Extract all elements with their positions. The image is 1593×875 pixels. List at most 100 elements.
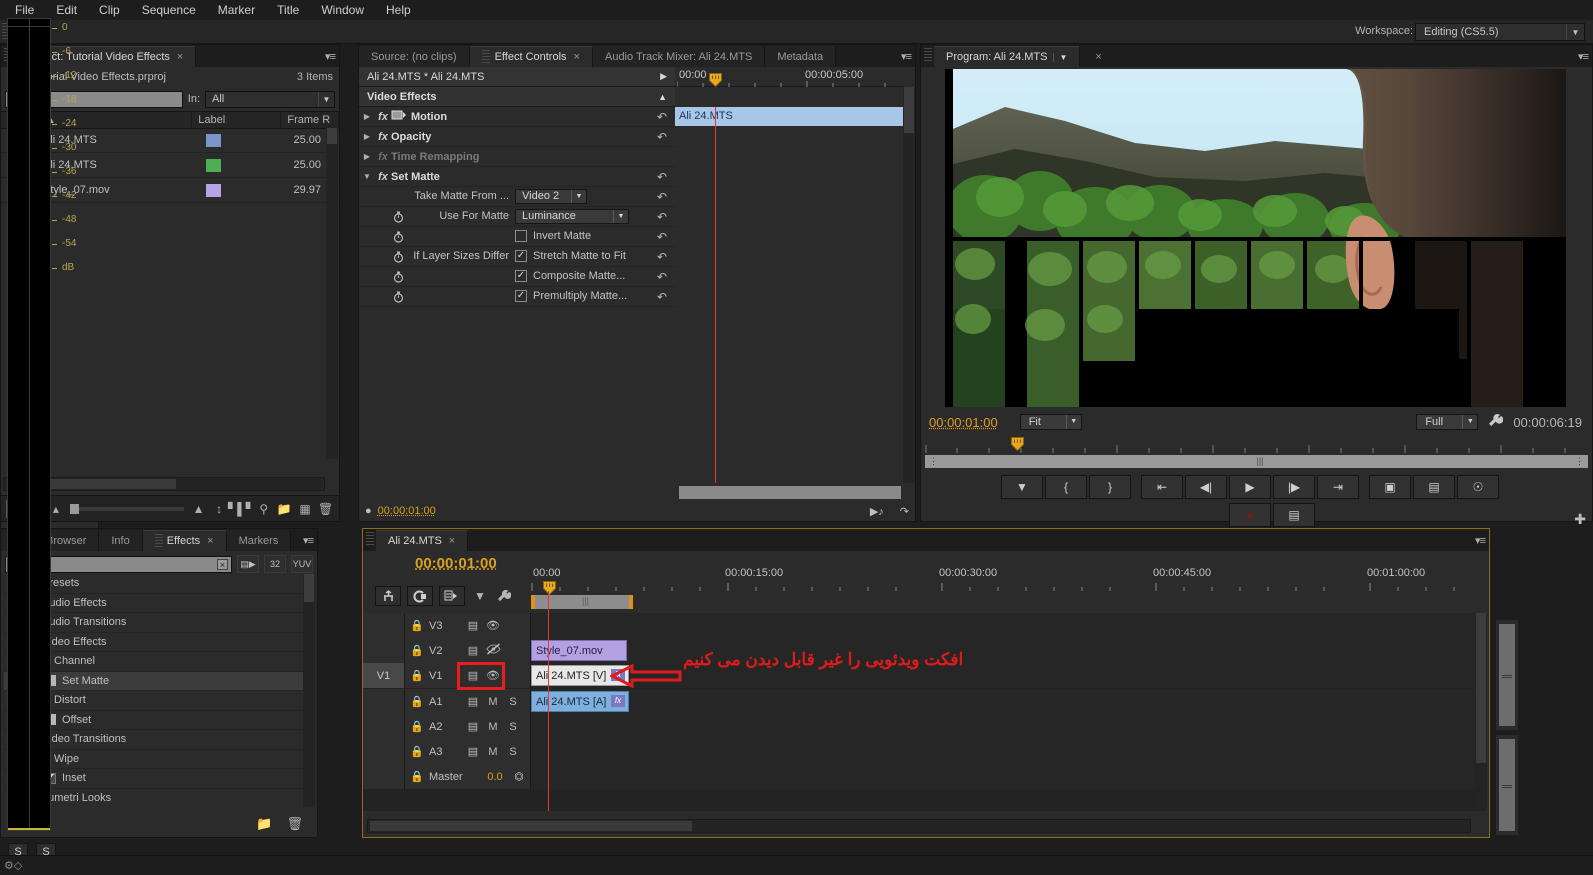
zoom-in-icon[interactable]: ▲ (190, 500, 207, 518)
tab-source[interactable]: Source: (no clips) (359, 46, 470, 67)
timeline-zoom-scrollbar[interactable]: ||| (531, 595, 1475, 609)
reset-icon[interactable]: ↶ (657, 190, 667, 204)
new-item-icon[interactable]: ▦ (297, 500, 314, 518)
solo-button[interactable]: S (503, 721, 523, 733)
panel-menu-icon[interactable]: ▾≡ (1578, 50, 1589, 63)
automate-to-sequence-icon[interactable]: ▘▌▘ (228, 500, 255, 518)
panel-grip-icon[interactable] (154, 534, 163, 548)
export-frame-button[interactable]: ☉ (1457, 475, 1499, 499)
chevron-up-icon[interactable]: ▲ (658, 92, 667, 102)
mark-in-button[interactable]: { (1045, 475, 1087, 499)
close-icon[interactable]: × (207, 535, 213, 547)
tab-markers[interactable]: Markers (226, 530, 292, 551)
track-target-a2[interactable] (363, 714, 405, 739)
stopwatch-icon[interactable] (393, 291, 404, 303)
effect-row-set-matte[interactable]: ▼ fx Set Matte ↶ (359, 167, 675, 187)
delete-icon[interactable]: 🗑 (286, 816, 303, 832)
menu-item-help[interactable]: Help (375, 0, 422, 20)
find-icon[interactable]: ⚲ (255, 500, 272, 518)
loop-icon[interactable]: ↷ (900, 505, 909, 518)
reset-icon[interactable]: ↶ (657, 110, 667, 124)
scrollbar-right-handle[interactable]: ⋮ (1575, 456, 1584, 467)
reset-icon[interactable]: ↶ (657, 270, 667, 284)
marker-icon[interactable]: ● (365, 505, 372, 517)
mute-button[interactable]: M (483, 696, 503, 708)
record-button[interactable]: ● (1229, 503, 1271, 527)
program-monitor-video[interactable] (945, 69, 1566, 407)
trim-monitor-button[interactable]: ▤ (1273, 503, 1315, 527)
timeline-vertical-scrollbar[interactable] (1475, 613, 1487, 811)
premultiply-matte-checkbox[interactable]: ✓ (515, 290, 527, 302)
step-forward-button[interactable]: |▶ (1273, 475, 1315, 499)
add-marker-button[interactable]: ▼ (1001, 475, 1043, 499)
playhead-marker-icon[interactable] (543, 581, 556, 595)
reset-icon[interactable]: ↶ (657, 230, 667, 244)
footer-timecode[interactable]: 00:00:01:00 (378, 505, 436, 517)
stopwatch-icon[interactable] (393, 271, 404, 283)
stopwatch-icon[interactable] (393, 231, 404, 243)
track-area-a3[interactable] (531, 739, 1475, 764)
solo-button[interactable]: S (503, 696, 523, 708)
panel-menu-icon[interactable]: ▾≡ (325, 50, 336, 63)
program-current-timecode[interactable]: 00:00:01:00 (929, 415, 998, 430)
stopwatch-icon[interactable] (393, 251, 404, 263)
scrollbar-thumb[interactable] (904, 87, 914, 133)
scrollbar-thumb[interactable] (327, 128, 337, 144)
lock-icon[interactable]: 🔒 (405, 745, 429, 758)
scrollbar-thumb[interactable] (370, 821, 692, 831)
reset-icon[interactable]: ↶ (657, 250, 667, 264)
scrollbar-thumb[interactable] (304, 574, 314, 602)
yuv-effects-icon[interactable]: YUV (291, 555, 313, 573)
label-color-swatch[interactable] (205, 182, 222, 198)
zoom-level-select[interactable]: Fit ▼ (1019, 414, 1082, 430)
menu-item-file[interactable]: File (4, 0, 45, 20)
program-close-button[interactable]: × (1080, 46, 1110, 67)
track-target-v3[interactable] (363, 613, 405, 638)
tab-info[interactable]: Info (99, 530, 143, 551)
effect-controls-timeline-ruler[interactable]: 00:00 00:00:05:00 (675, 67, 903, 87)
track-target-a1[interactable] (363, 689, 405, 714)
track-area-a2[interactable] (531, 714, 1475, 739)
tab-effects[interactable]: Effects × (142, 530, 227, 551)
reset-icon[interactable]: ↶ (657, 170, 667, 184)
chevron-down-icon[interactable]: ▼ (1053, 52, 1067, 62)
column-header-label[interactable]: Label (192, 111, 282, 129)
play-audio-icon[interactable]: ▶♪ (870, 505, 884, 518)
add-marker-button[interactable] (439, 586, 465, 606)
timeline-current-timecode[interactable]: 00:00:01:00 (415, 555, 497, 572)
marker-icon[interactable]: ▼ (471, 586, 489, 606)
use-for-matte-select[interactable]: Luminance ▼ (515, 209, 629, 224)
take-matte-from-select[interactable]: Video 2 ▼ (515, 189, 587, 204)
eye-icon[interactable]: 👁 (483, 619, 503, 632)
master-volume-value[interactable]: 0.0 (481, 771, 509, 783)
tab-sequence[interactable]: Ali 24.MTS × (376, 530, 469, 551)
extract-button[interactable]: ▤ (1413, 475, 1455, 499)
track-output-icon[interactable]: ▤ (463, 720, 483, 733)
step-back-button[interactable]: ◀| (1185, 475, 1227, 499)
new-custom-bin-icon[interactable]: 📁 (256, 816, 272, 832)
track-target-v1[interactable]: V1 (363, 663, 405, 688)
tab-metadata[interactable]: Metadata (765, 46, 837, 67)
reset-icon[interactable]: ↶ (657, 290, 667, 304)
menu-item-edit[interactable]: Edit (45, 0, 88, 20)
go-to-out-button[interactable]: ⇥ (1317, 475, 1359, 499)
panel-grip-icon[interactable] (924, 47, 932, 62)
stopwatch-icon[interactable] (393, 211, 404, 223)
mute-button[interactable]: M (483, 746, 503, 758)
menu-item-title[interactable]: Title (266, 0, 310, 20)
timeline-clip-ali24-audio[interactable]: Ali 24.MTS [A] fx (531, 691, 629, 712)
lock-icon[interactable]: 🔒 (405, 770, 429, 783)
menu-item-sequence[interactable]: Sequence (131, 0, 207, 20)
label-color-swatch[interactable] (205, 132, 222, 148)
composite-matte-checkbox[interactable]: ✓ (515, 270, 527, 282)
lock-icon[interactable]: 🔒 (405, 644, 429, 657)
panel-grip-icon[interactable] (481, 50, 490, 64)
chevron-right-icon[interactable]: ▶ (660, 71, 667, 82)
scrollbar-grip[interactable]: ||| (1257, 456, 1264, 466)
accelerated-effects-icon[interactable]: ▤▶ (237, 555, 259, 573)
effect-controls-horizontal-scrollbar[interactable] (679, 486, 901, 499)
track-target-a3[interactable] (363, 739, 405, 764)
zoom-range-handle[interactable]: ||| (531, 595, 633, 609)
scrollbar-thumb[interactable] (1499, 739, 1515, 831)
track-output-icon[interactable]: ▤ (463, 745, 483, 758)
